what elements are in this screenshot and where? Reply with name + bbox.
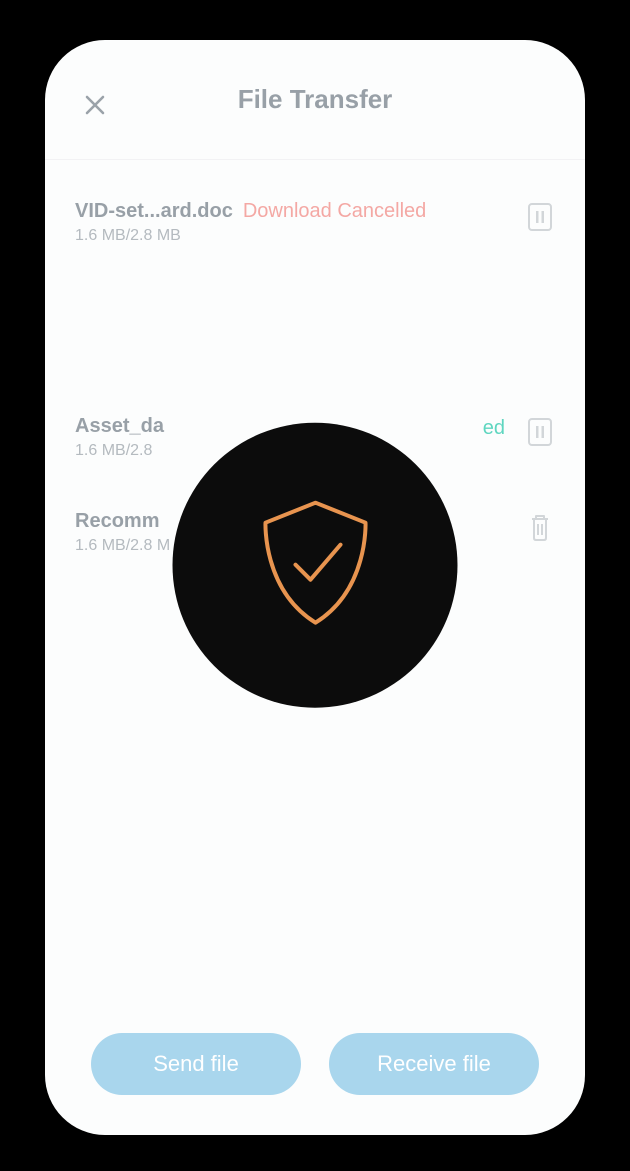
file-name: Asset_da [75, 415, 164, 438]
file-meta: Recomm 1.6 MB/2.8 M [75, 510, 170, 555]
security-badge [173, 422, 458, 707]
device-frame: File Transfer VID-set...ard.doc Download… [45, 40, 585, 1135]
header: File Transfer [45, 40, 585, 160]
shield-check-icon [250, 495, 380, 635]
file-progress: 1.6 MB/2.8 M [75, 537, 170, 555]
close-icon [83, 93, 107, 117]
file-status: ed [483, 417, 505, 440]
file-progress: 1.6 MB/2.8 [75, 442, 164, 460]
delete-button[interactable] [525, 512, 555, 542]
file-row: VID-set...ard.doc Download Cancelled 1.6… [75, 200, 555, 245]
file-name: VID-set...ard.doc [75, 200, 233, 223]
receive-file-button[interactable]: Receive file [329, 1033, 539, 1095]
page-title: File Transfer [238, 84, 393, 115]
file-meta: Asset_da 1.6 MB/2.8 [75, 415, 164, 460]
pause-icon [528, 418, 552, 446]
footer: Send file Receive file [45, 1033, 585, 1095]
pause-button[interactable] [525, 202, 555, 232]
file-meta: VID-set...ard.doc Download Cancelled 1.6… [75, 200, 425, 245]
send-file-button[interactable]: Send file [91, 1033, 301, 1095]
close-button[interactable] [75, 85, 115, 125]
file-progress: 1.6 MB/2.8 MB [75, 227, 425, 245]
trash-icon [528, 513, 552, 541]
pause-button[interactable] [525, 417, 555, 447]
pause-icon [528, 203, 552, 231]
file-status: Download Cancelled [243, 200, 426, 223]
file-name: Recomm [75, 510, 159, 533]
